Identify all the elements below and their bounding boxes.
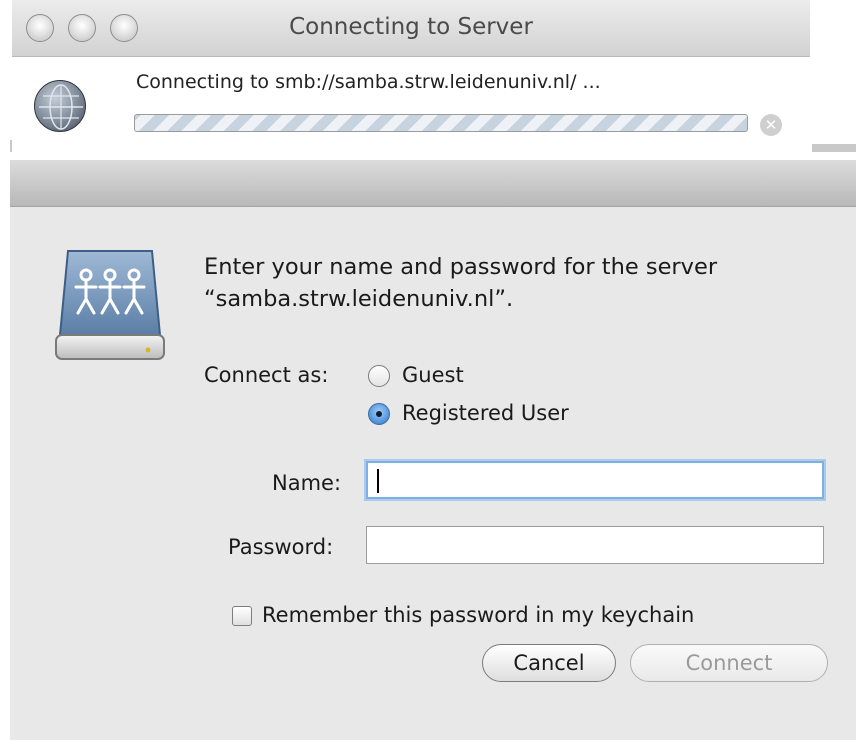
window-title: Connecting to Server [289, 14, 533, 40]
connect-as-label: Connect as: [204, 363, 329, 387]
password-label: Password: [228, 535, 334, 559]
sheet-header-bar [10, 160, 856, 207]
network-globe-icon [34, 80, 86, 132]
window-edge [812, 144, 856, 152]
title-bar[interactable]: Connecting to Server [12, 0, 810, 57]
shared-server-people-icon [52, 247, 168, 365]
guest-radio[interactable] [368, 365, 390, 387]
name-label: Name: [272, 471, 342, 495]
login-prompt: Enter your name and password for the ser… [204, 251, 824, 315]
registered-user-radio-label[interactable]: Registered User [402, 401, 569, 425]
connecting-body: Connecting to smb://samba.strw.leidenuni… [12, 57, 810, 150]
prompt-line: Enter your name and password for the ser… [204, 254, 718, 280]
name-field[interactable] [366, 461, 824, 499]
password-field[interactable] [366, 526, 824, 564]
guest-radio-label[interactable]: Guest [402, 363, 464, 387]
remember-password-checkbox[interactable] [232, 606, 252, 626]
connection-progress-bar [134, 114, 748, 132]
connect-button[interactable]: Connect [630, 644, 828, 682]
cancel-button[interactable]: Cancel [482, 644, 616, 682]
server-name-line: “samba.strw.leidenuniv.nl”. [204, 286, 514, 312]
close-circle-icon[interactable]: ✕ [760, 114, 782, 136]
text-caret [377, 469, 379, 493]
remember-password-label[interactable]: Remember this password in my keychain [262, 603, 694, 627]
window-edge [10, 140, 12, 152]
connecting-status-text: Connecting to smb://samba.strw.leidenuni… [136, 71, 601, 93]
connecting-window: Connecting to Server Connecting to smb:/… [12, 0, 810, 150]
registered-user-radio[interactable] [368, 403, 390, 425]
login-sheet: Enter your name and password for the ser… [10, 207, 856, 740]
